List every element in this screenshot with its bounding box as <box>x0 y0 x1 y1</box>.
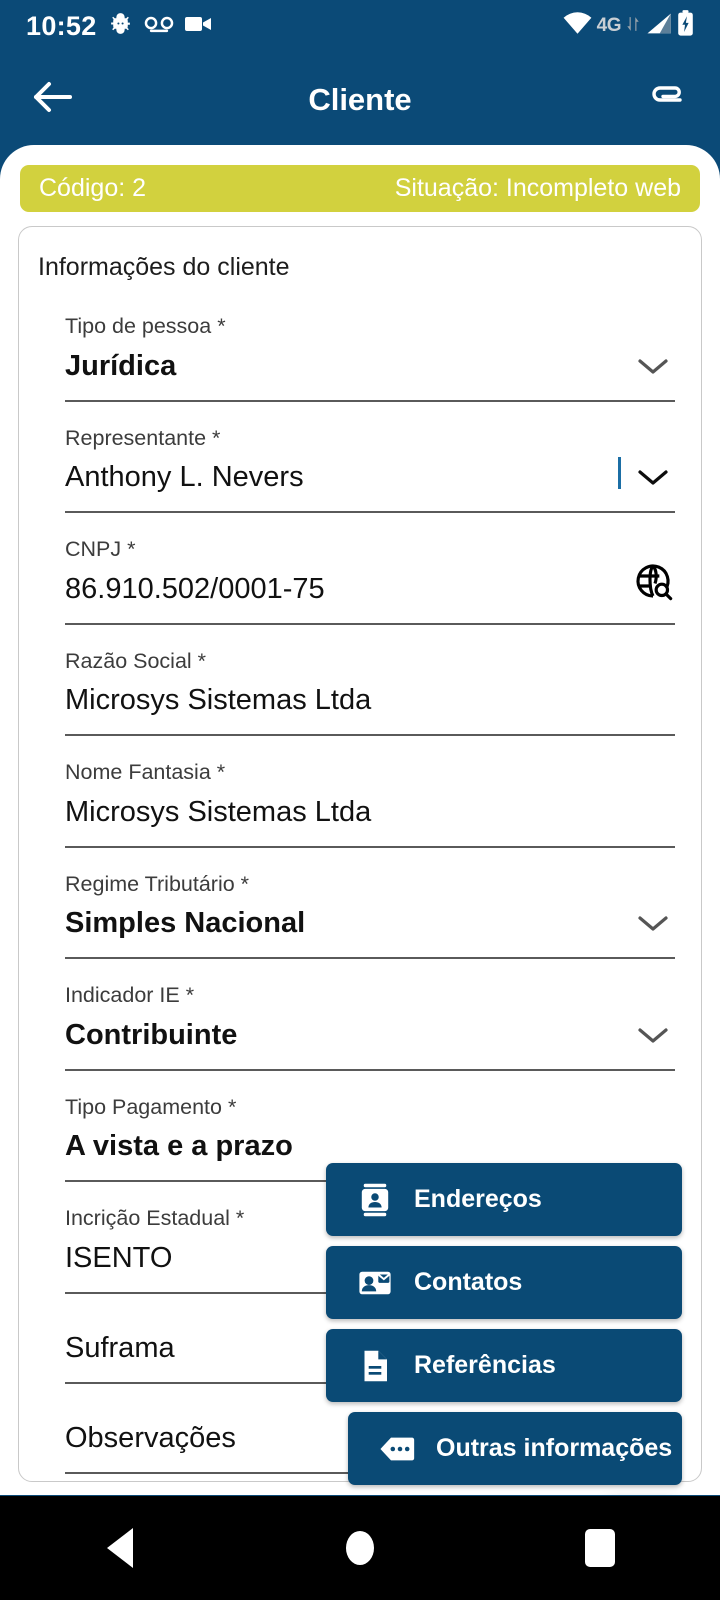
chevron-down-icon[interactable] <box>637 1025 669 1045</box>
form-field-label: Indicador IE * <box>65 983 195 1007</box>
page-title: Cliente <box>308 81 412 117</box>
context-menu-item-label: Outras informações <box>436 1434 673 1462</box>
form-field-inner: Representante * Anthony L. Nevers <box>65 402 675 512</box>
mobile-data-icon <box>626 16 640 37</box>
more-info-icon <box>379 1431 415 1467</box>
form-field-value: Simples Nacional <box>65 907 306 939</box>
context-menu: Endereços Contatos Referências Outras infor… <box>326 1163 682 1495</box>
form-field-inner: Nome Fantasia * Microsys Sistemas Ltda <box>65 736 675 846</box>
form-field-value: Anthony L. Nevers <box>65 461 304 493</box>
form-field-value: Jurídica <box>65 349 177 382</box>
chevron-down-icon[interactable] <box>637 913 669 933</box>
card-title: Informações do cliente <box>38 253 290 281</box>
context-menu-item[interactable]: Outras informações <box>348 1412 682 1485</box>
context-menu-item[interactable]: Endereços <box>326 1163 682 1236</box>
form-field-value: 86.910.502/0001-75 <box>65 572 325 605</box>
text-cursor <box>618 457 621 489</box>
form-field-label: CNPJ * <box>65 537 136 561</box>
form-field-value: Microsys Sistemas Ltda <box>65 795 372 828</box>
form-field-label: Razão Social * <box>65 648 207 673</box>
nav-recent-icon <box>585 1529 615 1567</box>
network-type-label: 4G <box>596 15 622 36</box>
form-field-label: Representante * <box>65 425 221 450</box>
form-field-inner: CNPJ * 86.910.502/0001-75 <box>65 513 675 623</box>
nav-back-icon <box>107 1528 133 1568</box>
form-field-inner: Indicador IE * Contribuinte <box>65 959 675 1069</box>
form-field[interactable]: Representante * Anthony L. Nevers <box>19 402 701 513</box>
document-icon <box>357 1348 393 1384</box>
form-field-label: Tipo Pagamento * <box>65 1094 237 1119</box>
form-field-label: Nome Fantasia * <box>65 760 226 784</box>
form-field[interactable]: Nome Fantasia * Microsys Sistemas Ltda <box>19 736 701 848</box>
nav-home-icon <box>346 1531 374 1565</box>
globe-search-icon[interactable] <box>633 561 673 601</box>
context-menu-item-label: Referências <box>414 1351 556 1379</box>
form-field-label: Regime Tributário * <box>65 871 250 896</box>
context-menu-item[interactable]: Referências <box>326 1329 682 1402</box>
app-bar: Cliente <box>0 52 720 147</box>
android-settings-icon <box>108 11 133 41</box>
video-camera-icon <box>184 15 212 38</box>
client-code-label: Código: 2 <box>39 174 147 202</box>
phone-screen: 10:52 4G Cliente Código: 2 Situação: Inc… <box>0 0 720 1600</box>
context-menu-item-label: Contatos <box>414 1268 523 1296</box>
chevron-down-icon[interactable] <box>637 467 669 487</box>
contact-card-icon <box>357 1182 393 1218</box>
context-menu-item[interactable]: Contatos <box>326 1246 682 1319</box>
form-field-value: Microsys Sistemas Ltda <box>65 684 372 716</box>
wifi-icon <box>563 12 592 40</box>
status-bar-clock: 10:52 <box>26 10 97 41</box>
nav-home-button[interactable] <box>315 1518 405 1578</box>
voicemail-icon <box>144 15 174 38</box>
form-field-inner: Tipo de pessoa * Jurídica <box>65 290 675 400</box>
context-menu-item-label: Endereços <box>414 1185 542 1213</box>
status-bar-left: 10:52 <box>26 11 212 42</box>
form-field[interactable]: Indicador IE * Contribuinte <box>19 959 701 1071</box>
form-field[interactable]: Regime Tributário * Simples Nacional <box>19 848 701 959</box>
form-field[interactable]: Tipo de pessoa * Jurídica <box>19 290 701 402</box>
chevron-down-icon[interactable] <box>637 356 669 376</box>
nav-back-button[interactable] <box>75 1518 165 1578</box>
attachment-button[interactable] <box>640 73 694 127</box>
status-bar-right: 4G <box>563 10 694 42</box>
attachment-icon <box>647 81 687 118</box>
signal-bars-icon <box>645 12 672 40</box>
form-field[interactable]: CNPJ * 86.910.502/0001-75 <box>19 513 701 625</box>
nav-recent-button[interactable] <box>555 1518 645 1578</box>
form-field[interactable]: Razão Social * Microsys Sistemas Ltda <box>19 625 701 736</box>
form-field-inner: Regime Tributário * Simples Nacional <box>65 848 675 958</box>
system-navigation-bar <box>0 1496 720 1600</box>
contact-mail-icon <box>357 1265 393 1301</box>
form-field-value: Contribuinte <box>65 1018 238 1051</box>
content-sheet: Código: 2 Situação: Incompleto web Infor… <box>0 145 720 1495</box>
battery-charging-icon <box>677 10 694 42</box>
status-badge: Código: 2 Situação: Incompleto web <box>20 165 700 212</box>
client-situation-label: Situação: Incompleto web <box>394 174 681 202</box>
form-field-label: Tipo de pessoa * <box>65 314 226 338</box>
status-bar: 10:52 4G <box>0 0 720 52</box>
form-field-inner: Razão Social * Microsys Sistemas Ltda <box>65 625 675 735</box>
